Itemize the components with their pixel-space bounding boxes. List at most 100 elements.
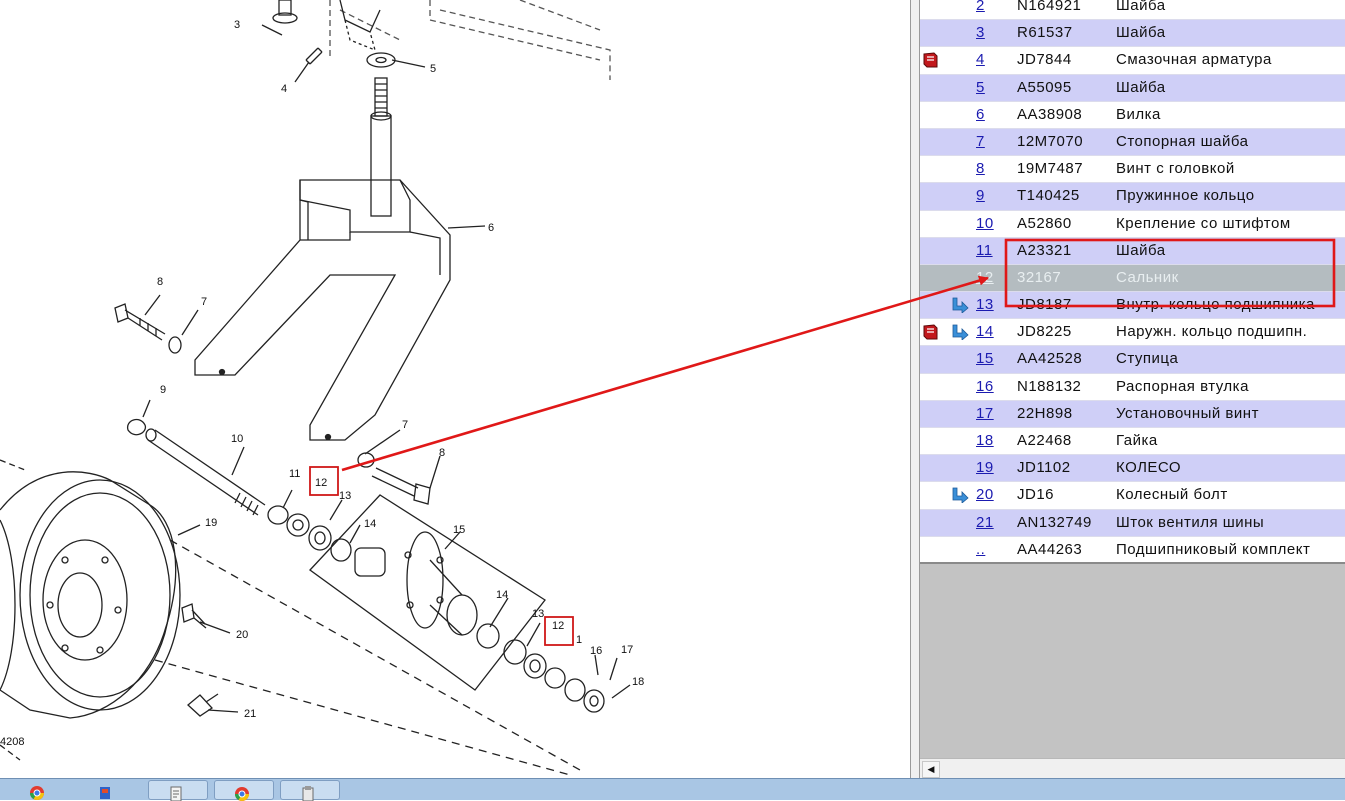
- part-code: AA44263: [1017, 540, 1083, 558]
- row-icons: [920, 374, 972, 400]
- part-description: Смазочная арматура: [1116, 51, 1272, 69]
- part-description: Установочный винт: [1116, 404, 1259, 422]
- part-description: Шайба: [1116, 0, 1166, 14]
- callout-12-lower: 12: [552, 620, 564, 632]
- taskbar-button[interactable]: [78, 780, 138, 800]
- row-icons: [920, 0, 972, 19]
- parts-list-panel: 2 N164921 Шайба 3 R61537 Шайба 4 JD7844 Смазочна…: [920, 0, 1345, 778]
- part-number-link[interactable]: ..: [976, 541, 1012, 558]
- table-row[interactable]: 2 N164921 Шайба: [920, 0, 1345, 21]
- row-icons: [920, 129, 972, 155]
- callout-13-lower: 13: [532, 608, 544, 620]
- row-icons: [920, 292, 972, 318]
- part-code: A22468: [1017, 432, 1072, 449]
- row-icons: [920, 537, 972, 563]
- part-code: A23321: [1017, 241, 1072, 259]
- table-row[interactable]: 7 12M7070 Стопорная шайба: [920, 128, 1345, 157]
- table-row[interactable]: 18 A22468 Гайка: [920, 428, 1345, 456]
- part-number-link[interactable]: 13: [976, 296, 1012, 313]
- callout-11: 11: [289, 468, 300, 480]
- part-number-link[interactable]: 21: [976, 514, 1012, 531]
- part-number-link[interactable]: 5: [976, 79, 1012, 96]
- exploded-parts-diagram: 3 4 5 6 8 7 9 10 7 8 11 12 13 14 15 14 1…: [0, 0, 910, 778]
- clipboard-icon: [302, 786, 314, 801]
- part-number-link[interactable]: 2: [976, 0, 1012, 14]
- table-row[interactable]: 17 22H898 Установочный винт: [920, 400, 1345, 428]
- row-icons: [920, 401, 972, 427]
- table-row[interactable]: .. AA44263 Подшипниковый комплект: [920, 537, 1345, 564]
- horizontal-scrollbar[interactable]: ◀: [920, 758, 1345, 778]
- table-row[interactable]: 16 N188132 Распорная втулка: [920, 374, 1345, 401]
- callout-7-lower: 7: [402, 419, 408, 431]
- callout-6: 6: [488, 222, 494, 234]
- part-number-link[interactable]: 7: [976, 133, 1012, 150]
- table-row[interactable]: 5 A55095 Шайба: [920, 74, 1345, 102]
- part-number-link[interactable]: 19: [976, 459, 1012, 476]
- taskbar-button[interactable]: [280, 780, 340, 801]
- table-row[interactable]: 3 R61537 Шайба: [920, 20, 1345, 48]
- callout-21: 21: [244, 708, 256, 720]
- diagram-drawing: 3 4 5 6 8 7 9 10 7 8 11 12 13 14 15 14 1…: [0, 0, 644, 776]
- row-icons: [920, 47, 972, 73]
- table-row[interactable]: 9 T140425 Пружинное кольцо: [920, 183, 1345, 211]
- table-row[interactable]: 4 JD7844 Смазочная арматура: [920, 47, 1345, 75]
- part-description: Наружн. кольцо подшипн.: [1116, 323, 1308, 341]
- scroll-left-arrow-icon[interactable]: ◀: [922, 761, 940, 778]
- row-icons: [920, 510, 972, 536]
- callout-14-lower: 14: [496, 589, 508, 601]
- part-number-link[interactable]: 17: [976, 405, 1012, 422]
- part-number-link[interactable]: 16: [976, 378, 1012, 395]
- splitter-bar[interactable]: [910, 0, 920, 778]
- book-icon[interactable]: [923, 52, 938, 68]
- row-icons: [920, 102, 972, 128]
- row-icons: [920, 265, 972, 291]
- part-code: 12M7070: [1017, 132, 1084, 150]
- table-row[interactable]: 14 JD8225 Наружн. кольцо подшипн.: [920, 319, 1345, 347]
- part-number-link[interactable]: 9: [976, 187, 1012, 204]
- part-number-link[interactable]: 8: [976, 160, 1012, 177]
- part-description: Распорная втулка: [1116, 377, 1249, 395]
- part-number-link[interactable]: 4: [976, 51, 1012, 68]
- arrow-icon[interactable]: [951, 324, 969, 341]
- callout-5: 5: [430, 63, 436, 75]
- table-row[interactable]: 8 19M7487 Винт с головкой: [920, 156, 1345, 184]
- taskbar-button[interactable]: [148, 780, 208, 801]
- table-row[interactable]: 12 32167 Сальник: [920, 264, 1345, 293]
- arrow-icon[interactable]: [951, 487, 969, 504]
- book-icon[interactable]: [923, 324, 938, 340]
- taskbar-button[interactable]: [214, 780, 274, 801]
- arrow-icon[interactable]: [951, 297, 969, 314]
- part-number-link[interactable]: 20: [976, 486, 1012, 503]
- table-row[interactable]: 6 AA38908 Вилка: [920, 102, 1345, 129]
- row-icons: [920, 156, 972, 182]
- part-number-link[interactable]: 15: [976, 350, 1012, 367]
- part-number-link[interactable]: 12: [976, 269, 1012, 286]
- table-row[interactable]: 21 AN132749 Шток вентиля шины: [920, 509, 1345, 537]
- part-code: T140425: [1017, 187, 1080, 205]
- callout-18: 18: [632, 676, 644, 688]
- part-description: Ступица: [1116, 350, 1179, 368]
- callout-16: 16: [590, 645, 602, 657]
- part-number-link[interactable]: 11: [976, 242, 1012, 259]
- part-description: Шайба: [1116, 24, 1166, 42]
- part-description: Гайка: [1116, 432, 1158, 449]
- callout-17: 17: [621, 644, 633, 656]
- part-number-link[interactable]: 14: [976, 323, 1012, 340]
- part-code: JD1102: [1017, 459, 1071, 477]
- table-row[interactable]: 19 JD1102 КОЛЕСО: [920, 455, 1345, 483]
- table-row[interactable]: 13 JD8187 Внутр. кольцо подшипника: [920, 292, 1345, 320]
- part-number-link[interactable]: 18: [976, 432, 1012, 449]
- part-code: JD8187: [1017, 296, 1072, 314]
- row-icons: [920, 75, 972, 101]
- table-row[interactable]: 15 AA42528 Ступица: [920, 346, 1345, 374]
- taskbar-button[interactable]: [10, 780, 70, 800]
- part-description: Пружинное кольцо: [1116, 187, 1255, 205]
- table-row[interactable]: 11 A23321 Шайба: [920, 237, 1345, 265]
- part-number-link[interactable]: 6: [976, 106, 1012, 123]
- part-number-link[interactable]: 3: [976, 24, 1012, 41]
- part-number-link[interactable]: 10: [976, 215, 1012, 232]
- row-icons: [920, 482, 972, 508]
- callout-19: 19: [205, 517, 217, 529]
- table-row[interactable]: 20 JD16 Колесный болт: [920, 482, 1345, 510]
- table-row[interactable]: 10 A52860 Крепление со штифтом: [920, 211, 1345, 238]
